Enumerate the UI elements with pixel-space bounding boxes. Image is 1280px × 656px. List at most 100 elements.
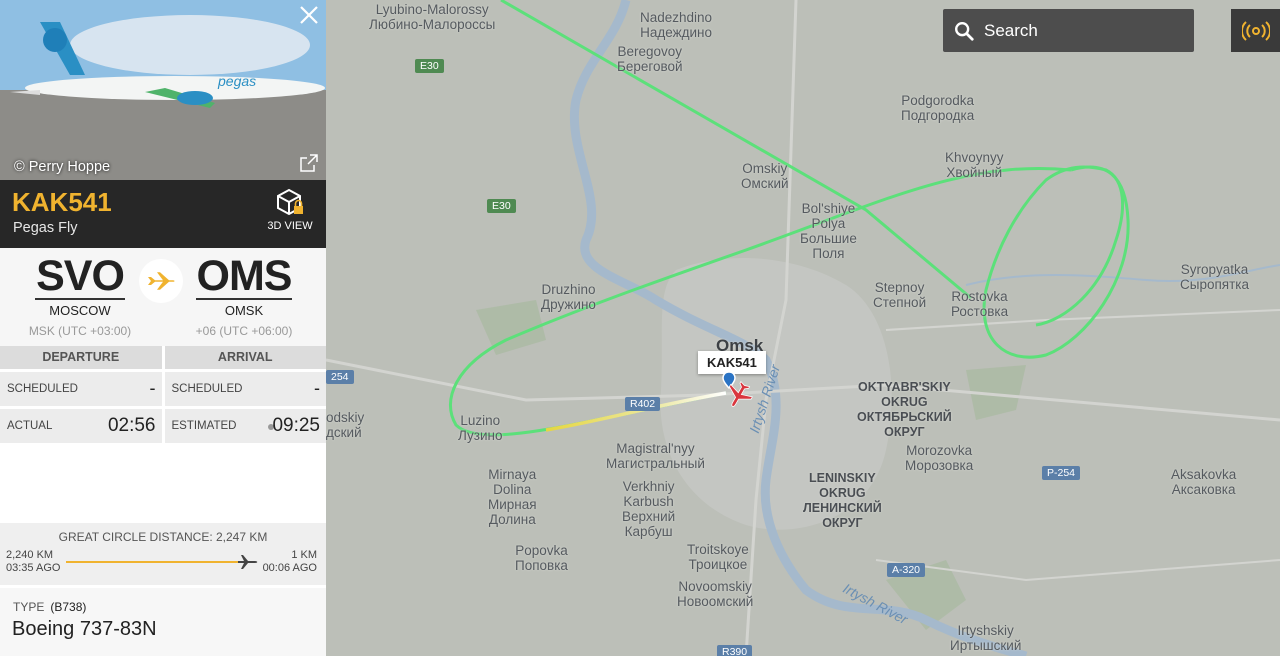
map-label-text: Morozovka (906, 443, 973, 458)
map-label-text: Подгородка (901, 108, 975, 123)
map-label-text: Popovka (515, 543, 568, 558)
external-link-icon[interactable] (300, 154, 318, 172)
destination-airport[interactable]: OMS OMSK +06 (UTC +06:00) (169, 254, 319, 338)
map-label-text: Syropyatka (1180, 262, 1249, 277)
airline-name[interactable]: Pegas Fly (13, 220, 77, 236)
origin-airport[interactable]: SVO MOSCOW MSK (UTC +03:00) (5, 254, 155, 338)
dep-scheduled-label: SCHEDULED (7, 383, 78, 395)
distance-remaining-km: 1 KM (291, 549, 317, 561)
departure-header: DEPARTURE (0, 346, 162, 369)
aircraft-photo-image: pegas (0, 0, 326, 180)
map-label-oktyabrskiy: OKTYABR'SKIY OKRUG ОКТЯБРЬСКИЙ ОКРУГ (857, 380, 952, 440)
close-icon[interactable] (298, 4, 320, 26)
aircraft-icon[interactable] (724, 380, 754, 410)
photo-credit[interactable]: © Perry Hoppe (14, 159, 110, 175)
distance-section: GREAT CIRCLE DISTANCE: 2,247 KM 2,240 KM… (0, 523, 326, 585)
road-shield-r390: R390 (717, 645, 753, 656)
distance-progress-bar (66, 561, 238, 563)
dep-actual-label: ACTUAL (7, 420, 53, 432)
road-shield-e30: E30 (415, 59, 444, 73)
destination-code: OMS (195, 252, 293, 300)
map-label-text: odskiy (326, 410, 365, 425)
map-label-text: LENINSKIY (809, 471, 876, 485)
map-label-magistralny: Magistral'nyy Магистральный (606, 441, 705, 471)
map-label-luzino: Luzino Лузино (458, 413, 502, 443)
map-label-text: Novoomskiy (678, 579, 752, 594)
search-placeholder: Search (984, 20, 1038, 40)
map-label-text: дский (326, 425, 362, 440)
road-shield-p254: P-254 (1042, 466, 1081, 480)
dep-scheduled-cell: SCHEDULED - (0, 372, 162, 406)
map-view[interactable]: Lyubino-Malorossy Любино-Малороссы Nadez… (326, 0, 1280, 656)
map-label-text: Сыропятка (1180, 277, 1249, 292)
arr-estimated-label: ESTIMATED (171, 420, 237, 432)
map-label-text: Карбуш (624, 524, 673, 539)
destination-city: OMSK (224, 303, 264, 318)
map-label-text: Lyubino-Malorossy (375, 2, 489, 17)
origin-timezone: MSK (UTC +03:00) (28, 324, 132, 338)
aircraft-type-row: TYPE (B738) (13, 600, 86, 614)
map-label-text: Khvoynyy (945, 150, 1004, 165)
map-label-text: OKTYABR'SKIY (857, 380, 951, 394)
map-label-text: Rostovka (951, 289, 1008, 304)
map-label-text: Mirnaya (488, 467, 537, 482)
arr-estimated-cell: ESTIMATED 09:25 (164, 409, 326, 443)
map-label-text: Bol'shiye (801, 201, 856, 216)
flight-callsign: KAK541 (12, 187, 112, 217)
time-headers: DEPARTURE ARRIVAL (0, 346, 326, 369)
map-label-text: Nadezhdino (640, 10, 713, 25)
map-label-aksakovka: Aksakovka Аксаковка (1171, 467, 1236, 497)
aircraft-photo[interactable]: pegas © Perry Hoppe (0, 0, 326, 180)
map-label-podgorodka: Podgorodka Подгородка (901, 93, 974, 123)
map-label-text: Долина (488, 512, 536, 527)
distance-remaining: 1 KM 00:06 AGO (263, 549, 317, 575)
aircraft-type-label: TYPE (13, 600, 45, 614)
map-label-leninskiy: LENINSKIY OKRUG ЛЕНИНСКИЙ ОКРУГ (803, 471, 882, 531)
map-label-text: Лузино (458, 428, 503, 443)
map-label-text: Аксаковка (1171, 482, 1236, 497)
map-label-text: OKRUG (881, 395, 928, 409)
dep-actual-value: 02:56 (107, 415, 156, 436)
map-label-text: Мирная (488, 497, 537, 512)
radar-button[interactable] (1231, 9, 1280, 52)
aircraft-type-section: TYPE (B738) Boeing 737-83N (0, 585, 326, 656)
map-label-text: Dolina (493, 482, 532, 497)
search-box[interactable]: Search (943, 9, 1194, 52)
map-label-text: Magistral'nyy (616, 441, 695, 456)
map-label-text: ОКТЯБРЬСКИЙ (857, 410, 952, 424)
map-label-text: Магистральный (606, 456, 705, 471)
aircraft-model: Boeing 737-83N (12, 618, 157, 640)
flight-info-panel: pegas © Perry Hoppe KAK541 Pegas Fly 3D … (0, 0, 326, 656)
map-label-text: Новоомский (677, 594, 754, 609)
map-label-text: Хвойный (946, 165, 1003, 180)
map-label-text: Verkhniy (622, 479, 675, 494)
map-label-text: Troitskoye (687, 542, 749, 557)
dep-actual-cell: ACTUAL 02:56 (0, 409, 162, 443)
map-label-text: Иртышский (950, 638, 1022, 653)
road-shield-254: 254 (326, 370, 354, 384)
map-label-text: ОКРУГ (822, 516, 863, 530)
map-label-text: Podgorodka (901, 93, 975, 108)
map-label-text: Beregovoy (617, 44, 683, 59)
map-label-troitskoye: Troitskoye Троицкое (687, 542, 749, 572)
arr-estimated-value: 09:25 (272, 415, 320, 436)
road-shield-e30: E30 (487, 199, 516, 213)
distance-flown: 2,240 KM 03:35 AGO (6, 549, 60, 575)
distance-remaining-ago: 00:06 AGO (262, 562, 317, 574)
map-label-text: Омский (741, 176, 789, 191)
map-label-irtyshskiy: Irtyshskiy Иртышский (950, 623, 1021, 653)
distance-title: GREAT CIRCLE DISTANCE: 2,247 KM (58, 530, 268, 544)
map-label-text: OKRUG (819, 486, 866, 500)
map-label-text: Любино-Малороссы (369, 17, 496, 32)
map-label-text: Дружино (541, 297, 596, 312)
map-label-text: Береговой (617, 59, 683, 74)
scheduled-row: SCHEDULED - SCHEDULED - (0, 372, 326, 406)
3d-view-button[interactable]: 3D VIEW (266, 187, 314, 232)
distance-flown-km: 2,240 KM (6, 549, 54, 561)
origin-city: MOSCOW (49, 303, 111, 318)
map-label-text: Поповка (515, 558, 568, 573)
map-label-text: Степной (873, 295, 927, 310)
broadcast-icon (1241, 20, 1270, 41)
map-label-text: Поля (812, 246, 845, 261)
map-label-popovka: Popovka Поповка (515, 543, 568, 573)
